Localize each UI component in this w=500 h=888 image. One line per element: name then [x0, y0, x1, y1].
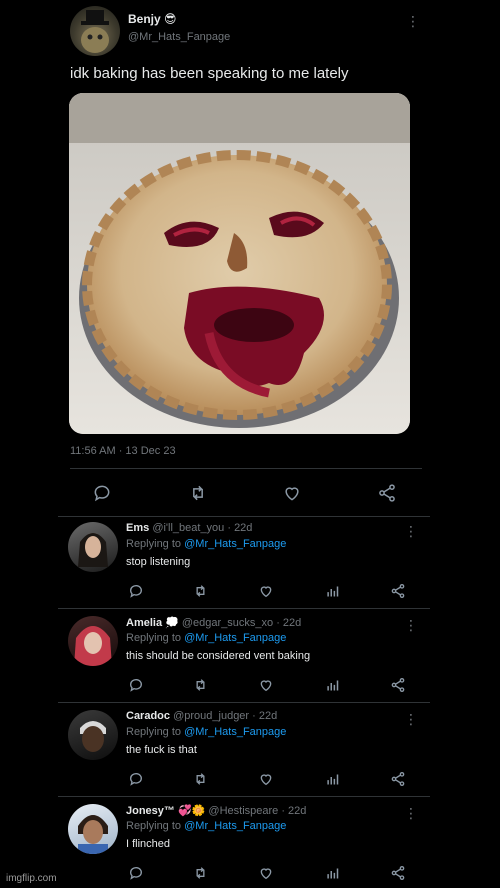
replying-prefix: Replying to — [126, 632, 182, 644]
imgflip-watermark: imgflip.com — [6, 873, 57, 884]
heart-icon[interactable] — [257, 770, 275, 788]
share-icon[interactable] — [389, 770, 407, 788]
more-options-icon[interactable]: ⋮ — [404, 712, 418, 726]
heart-icon[interactable] — [257, 582, 275, 600]
views-icon[interactable] — [323, 770, 341, 788]
avatar[interactable] — [68, 616, 118, 666]
more-options-icon[interactable]: ⋮ — [404, 806, 418, 820]
share-icon[interactable] — [389, 582, 407, 600]
reply-tweet: Caradoc @proud_judger · 22d ⋮ Replying t… — [58, 710, 430, 796]
reply-handle[interactable]: @Hestispeare · 22d — [208, 805, 306, 817]
tweet-photo[interactable] — [69, 93, 410, 434]
divider — [58, 796, 430, 797]
retweet-icon[interactable] — [191, 770, 209, 788]
reply-name[interactable]: Caradoc — [126, 710, 170, 722]
pie-face-image — [69, 93, 410, 434]
mention-link[interactable]: @Mr_Hats_Fanpage — [184, 820, 286, 832]
avatar[interactable] — [68, 710, 118, 760]
reply-icon[interactable] — [127, 864, 145, 882]
replying-prefix: Replying to — [126, 820, 182, 832]
reply-icon[interactable] — [127, 770, 145, 788]
reply-handle[interactable]: @edgar_sucks_xo · 22d — [182, 617, 301, 629]
divider — [58, 608, 430, 609]
reply-tweet: Jonesy™ 💞🌼 @Hestispeare · 22d ⋮ Replying… — [58, 804, 430, 888]
replying-to: Replying to @Mr_Hats_Fanpage — [126, 726, 286, 738]
mention-link[interactable]: @Mr_Hats_Fanpage — [184, 632, 286, 644]
reply-name[interactable]: Ems — [126, 522, 149, 534]
replying-to: Replying to @Mr_Hats_Fanpage — [126, 538, 286, 550]
mention-link[interactable]: @Mr_Hats_Fanpage — [184, 538, 286, 550]
heart-icon[interactable] — [257, 676, 275, 694]
reply-text: the fuck is that — [126, 744, 197, 756]
heart-icon[interactable] — [281, 482, 303, 504]
divider — [70, 468, 422, 469]
more-options-icon[interactable]: ⋮ — [404, 618, 418, 632]
avatar[interactable] — [70, 6, 120, 56]
reply-handle[interactable]: @i'll_beat_you · 22d — [152, 522, 252, 534]
mention-link[interactable]: @Mr_Hats_Fanpage — [184, 726, 286, 738]
avatar[interactable] — [68, 522, 118, 572]
views-icon[interactable] — [323, 864, 341, 882]
reply-name[interactable]: Jonesy™ 💞🌼 — [126, 805, 205, 817]
reply-text: I flinched — [126, 838, 171, 850]
reply-author[interactable]: Caradoc @proud_judger · 22d — [126, 710, 277, 722]
retweet-icon[interactable] — [191, 864, 209, 882]
replying-prefix: Replying to — [126, 538, 182, 550]
reply-icon[interactable] — [127, 582, 145, 600]
divider — [58, 516, 430, 517]
share-icon[interactable] — [389, 676, 407, 694]
replying-to: Replying to @Mr_Hats_Fanpage — [126, 632, 286, 644]
reply-name[interactable]: Amelia 💭 — [126, 617, 179, 629]
avatar[interactable] — [68, 804, 118, 854]
retweet-icon[interactable] — [186, 482, 210, 504]
reply-text: this should be considered vent baking — [126, 650, 311, 662]
share-icon[interactable] — [376, 482, 398, 504]
reply-tweet: Ems @i'll_beat_you · 22d ⋮ Replying to @… — [58, 522, 430, 608]
reply-icon[interactable] — [127, 676, 145, 694]
more-options-icon[interactable]: ⋮ — [406, 14, 420, 28]
reply-text: stop listening — [126, 556, 191, 568]
retweet-icon[interactable] — [191, 582, 209, 600]
author-name[interactable]: Benjy 😎 — [128, 12, 177, 26]
share-icon[interactable] — [389, 864, 407, 882]
views-icon[interactable] — [323, 676, 341, 694]
reply-tweet: Amelia 💭 @edgar_sucks_xo · 22d ⋮ Replyin… — [58, 616, 430, 702]
reply-author[interactable]: Ems @i'll_beat_you · 22d — [126, 522, 252, 534]
heart-icon[interactable] — [257, 864, 275, 882]
tweet-text: idk baking has been speaking to me latel… — [70, 65, 349, 82]
retweet-icon[interactable] — [191, 676, 209, 694]
author-handle[interactable]: @Mr_Hats_Fanpage — [128, 31, 230, 43]
more-options-icon[interactable]: ⋮ — [404, 524, 418, 538]
divider — [58, 702, 430, 703]
replying-to: Replying to @Mr_Hats_Fanpage — [126, 820, 286, 832]
views-icon[interactable] — [323, 582, 341, 600]
reply-author[interactable]: Amelia 💭 @edgar_sucks_xo · 22d — [126, 616, 301, 629]
reply-handle[interactable]: @proud_judger · 22d — [173, 710, 277, 722]
tweet-timestamp: 11:56 AM · 13 Dec 23 — [70, 445, 176, 457]
replying-prefix: Replying to — [126, 726, 182, 738]
reply-icon[interactable] — [91, 482, 113, 504]
reply-author[interactable]: Jonesy™ 💞🌼 @Hestispeare · 22d — [126, 804, 306, 817]
